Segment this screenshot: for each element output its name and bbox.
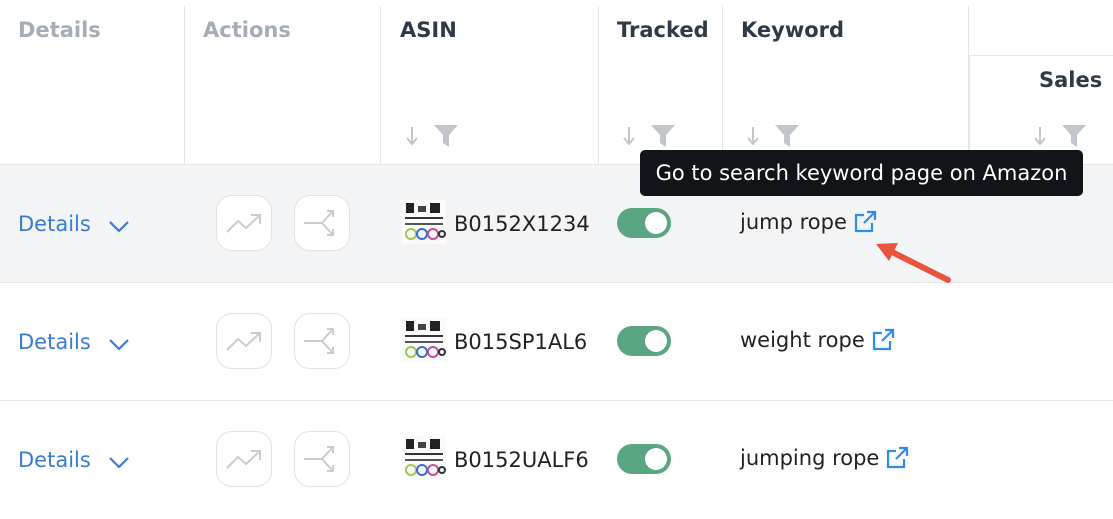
column-divider — [598, 6, 599, 164]
merge-arrows-icon — [304, 446, 334, 472]
asin-value[interactable]: B015SP1AL6 — [454, 330, 587, 354]
table-header: Details Actions ASIN Tracked Keyword Sal… — [0, 0, 1113, 165]
filter-funnel-icon[interactable] — [650, 124, 676, 148]
trending-up-icon — [226, 214, 261, 233]
tooltip: Go to search keyword page on Amazon — [640, 150, 1083, 196]
column-divider — [722, 6, 723, 164]
sort-down-arrow-icon[interactable] — [405, 125, 419, 147]
keyword-text: weight rope — [740, 328, 865, 352]
asin-value[interactable]: B0152UALF6 — [454, 448, 589, 472]
filter-funnel-icon[interactable] — [1061, 124, 1087, 148]
keyword-text: jump rope — [740, 210, 847, 234]
product-thumbnail — [402, 436, 446, 480]
merge-arrows-icon — [304, 328, 334, 354]
column-header-tracked[interactable]: Tracked — [617, 18, 709, 42]
keyword-sort-filter — [746, 124, 800, 148]
keyword-cell: jump rope — [740, 210, 877, 234]
merge-button[interactable] — [294, 313, 350, 369]
keyword-cell: jumping rope — [740, 446, 909, 470]
table-row: Details B015SP1AL6 weight rope — [0, 283, 1113, 401]
toggle-knob — [645, 212, 667, 234]
chevron-down-icon[interactable] — [108, 338, 130, 352]
trending-up-icon — [226, 450, 261, 469]
chevron-down-icon[interactable] — [108, 220, 130, 234]
product-image — [405, 321, 446, 358]
sort-down-arrow-icon[interactable] — [622, 125, 636, 147]
keyword-cell: weight rope — [740, 328, 895, 352]
merge-button[interactable] — [294, 195, 350, 251]
chevron-down-icon[interactable] — [108, 456, 130, 470]
asin-value[interactable]: B0152X1234 — [454, 212, 590, 236]
column-divider — [184, 6, 185, 164]
column-header-sales[interactable]: Sales — [1039, 68, 1102, 92]
tracked-toggle[interactable] — [617, 444, 671, 474]
column-header-details: Details — [18, 18, 101, 42]
column-header-keyword[interactable]: Keyword — [741, 18, 844, 42]
product-image — [405, 439, 446, 476]
trend-chart-button[interactable] — [216, 313, 272, 369]
column-header-asin[interactable]: ASIN — [400, 18, 457, 42]
details-link[interactable]: Details — [18, 212, 91, 236]
asin-sort-filter — [405, 124, 459, 148]
tracked-sort-filter — [622, 124, 676, 148]
annotation-arrow-icon — [876, 243, 951, 283]
product-thumbnail — [402, 318, 446, 362]
column-divider — [380, 6, 381, 164]
external-link-icon[interactable] — [871, 328, 895, 352]
sort-down-arrow-icon[interactable] — [1033, 125, 1047, 147]
trend-chart-button[interactable] — [216, 431, 272, 487]
product-image — [405, 203, 446, 240]
tracked-toggle[interactable] — [617, 208, 671, 238]
filter-funnel-icon[interactable] — [774, 124, 800, 148]
sort-down-arrow-icon[interactable] — [746, 125, 760, 147]
trend-chart-button[interactable] — [216, 195, 272, 251]
tooltip-text: Go to search keyword page on Amazon — [655, 161, 1068, 185]
column-header-actions: Actions — [203, 18, 291, 42]
merge-arrows-icon — [304, 210, 334, 236]
toggle-knob — [645, 330, 667, 352]
external-link-icon[interactable] — [853, 210, 877, 234]
details-link[interactable]: Details — [18, 448, 91, 472]
keyword-text: jumping rope — [740, 446, 880, 470]
external-link-icon[interactable] — [885, 446, 909, 470]
table-row: Details B0152UALF6 jumping rope — [0, 401, 1113, 519]
sales-sort-filter — [1033, 124, 1087, 148]
toggle-knob — [645, 448, 667, 470]
merge-button[interactable] — [294, 431, 350, 487]
product-thumbnail — [402, 200, 446, 244]
trending-up-icon — [226, 332, 261, 351]
details-link[interactable]: Details — [18, 330, 91, 354]
tracked-toggle[interactable] — [617, 326, 671, 356]
filter-funnel-icon[interactable] — [433, 124, 459, 148]
